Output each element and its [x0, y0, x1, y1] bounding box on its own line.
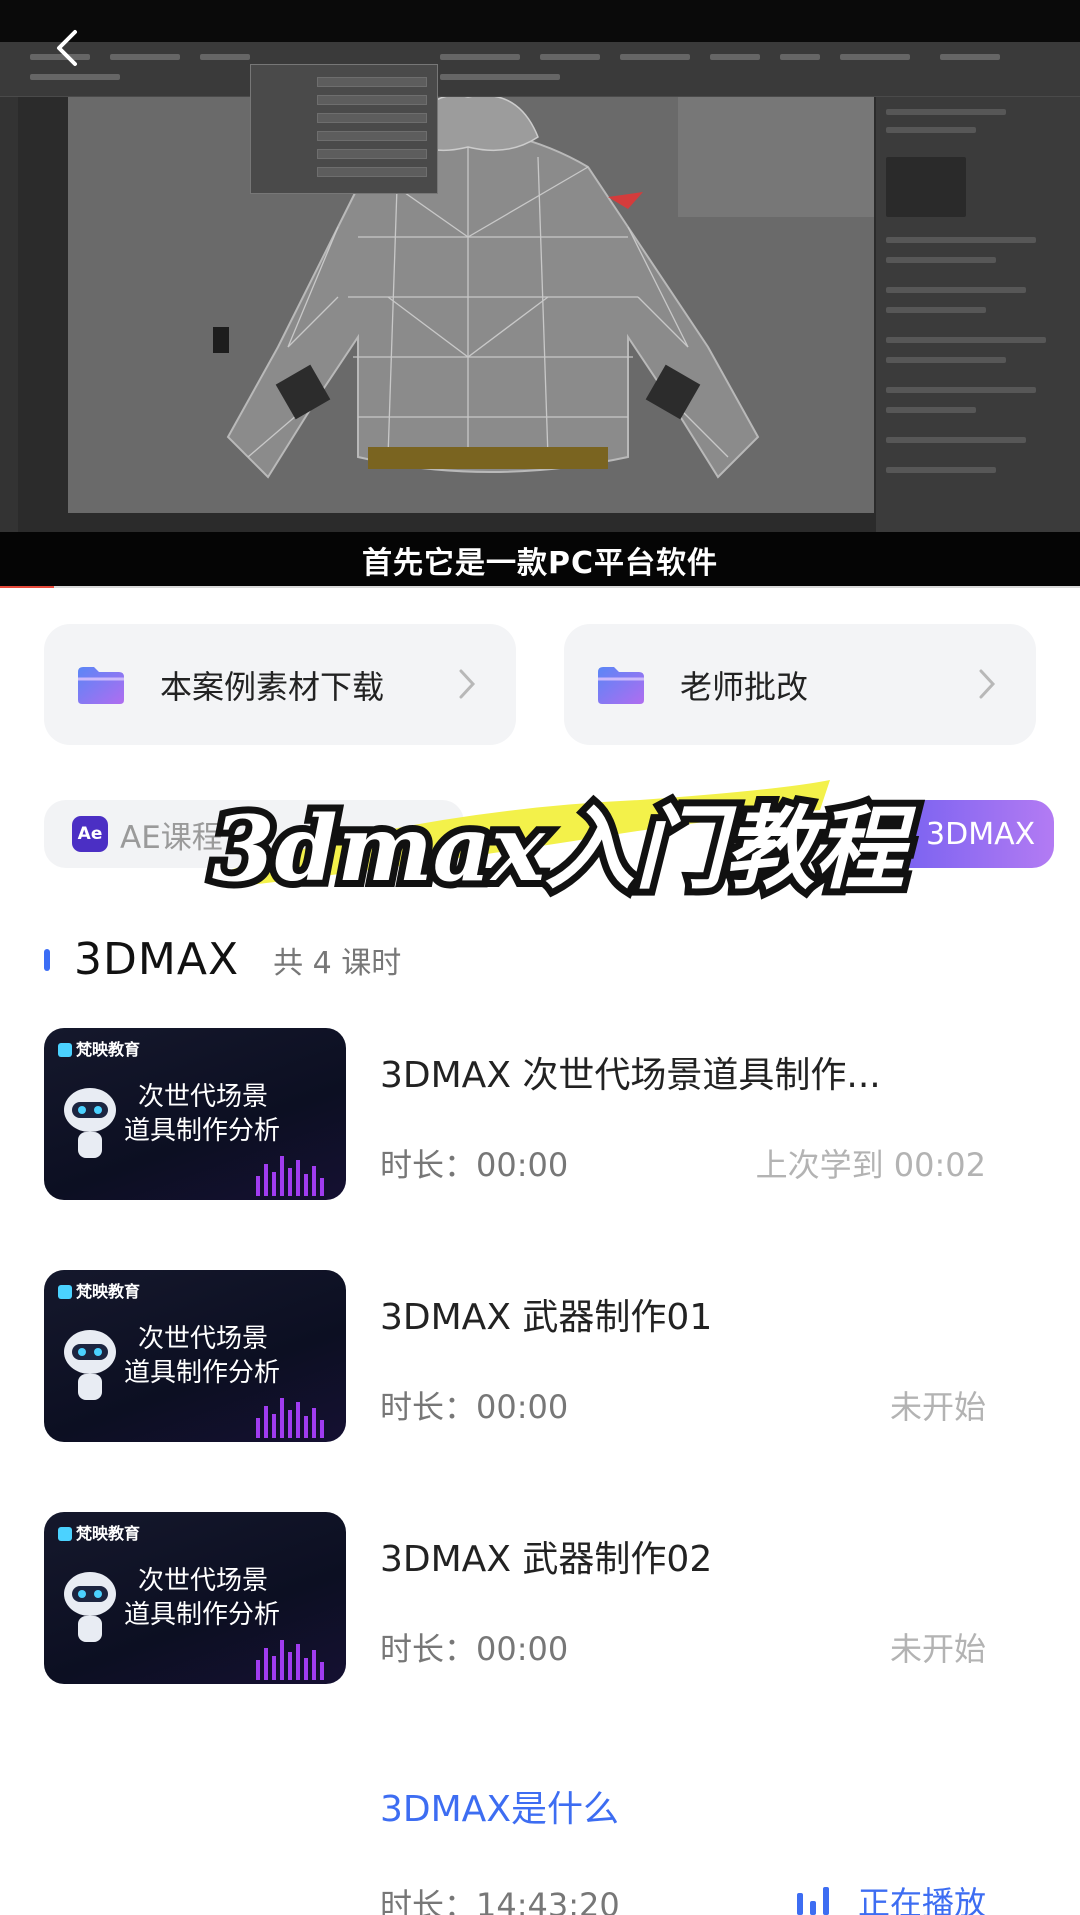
thumbnail-line1: 次世代场景 — [138, 1566, 269, 1596]
folder-icon — [78, 666, 124, 704]
lesson-status: 上次学到 00:02 — [755, 1146, 986, 1184]
thumbnail-brand: 梵映教育 — [58, 1278, 140, 1302]
robot-mascot-icon — [64, 1572, 116, 1642]
robot-mascot-icon — [64, 1330, 116, 1400]
lesson-title: 3DMAX 次世代场景道具制作... — [380, 1055, 881, 1096]
chevron-right-icon — [979, 669, 996, 699]
lesson-duration: 时长：00:00 — [380, 1388, 569, 1426]
lesson-status: 未开始 — [889, 1630, 986, 1668]
robot-mascot-icon — [64, 1088, 116, 1158]
software-right-panel — [876, 97, 1080, 532]
thumbnail-brand: 梵映教育 — [58, 1520, 140, 1544]
thumbnail-line2: 道具制作分析 — [124, 1600, 281, 1630]
lesson-duration: 时长：00:00 — [380, 1630, 569, 1668]
now-playing-label: 正在播放 — [857, 1884, 986, 1915]
software-toolbar — [0, 42, 1080, 97]
thumbnail-brand: 梵映教育 — [58, 1036, 140, 1060]
thumbnail-line2: 道具制作分析 — [124, 1358, 281, 1388]
video-player[interactable]: 首先它是一款PC平台软件 — [0, 0, 1080, 588]
chevron-right-icon — [459, 669, 476, 699]
software-dialog — [250, 64, 438, 194]
lesson-count: 共 4 课时 — [273, 945, 402, 981]
wave-decoration — [256, 1398, 324, 1438]
software-left-tools — [0, 97, 18, 532]
thumbnail-line1: 次世代场景 — [138, 1324, 269, 1354]
lesson-thumbnail: 梵映教育 次世代场景 道具制作分析 — [44, 1028, 346, 1200]
thumbnail-line2: 道具制作分析 — [124, 1116, 281, 1146]
overlay-title: 3dmax入门教程 3dmax入门教程 — [205, 789, 912, 909]
lesson-item[interactable]: 梵映教育 次世代场景 道具制作分析 3DMAX 武器制作02 时长：00:00 … — [0, 1512, 1080, 1684]
video-progress-bar[interactable] — [0, 586, 1080, 588]
equalizer-icon — [796, 1887, 836, 1915]
lesson-duration: 时长：00:00 — [380, 1146, 569, 1184]
brand-logo-icon — [58, 1043, 72, 1057]
lesson-thumbnail: 梵映教育 次世代场景 道具制作分析 — [44, 1512, 346, 1684]
video-subtitle: 首先它是一款PC平台软件 — [361, 546, 718, 581]
ae-icon: Ae — [72, 816, 108, 852]
teacher-review-card[interactable]: 老师批改 — [564, 624, 1036, 745]
teacher-review-label: 老师批改 — [680, 667, 809, 706]
wave-decoration — [256, 1640, 324, 1680]
material-download-card[interactable]: 本案例素材下载 — [44, 624, 516, 745]
current-lesson-duration: 时长：14:43:20 — [380, 1886, 620, 1915]
3d-model-view — [68, 97, 874, 513]
player-top-bar — [0, 0, 1080, 42]
lesson-thumbnail: 梵映教育 次世代场景 道具制作分析 — [44, 1270, 346, 1442]
section-title: 3DMAX — [74, 934, 240, 985]
brand-logo-icon — [58, 1527, 72, 1541]
lesson-item[interactable]: 梵映教育 次世代场景 道具制作分析 3DMAX 次世代场景道具制作... 时长：… — [0, 1028, 1080, 1200]
section-header: 3DMAX 共 4 课时 — [44, 934, 401, 985]
thumbnail-line1: 次世代场景 — [138, 1082, 269, 1112]
video-frame — [0, 42, 1080, 532]
tab-3dmax-label: 3DMAX — [926, 816, 1036, 852]
lesson-title: 3DMAX 武器制作01 — [380, 1297, 713, 1338]
brand-logo-icon — [58, 1285, 72, 1299]
back-arrow-icon — [57, 30, 77, 66]
tab-ae-label: AE课程 — [120, 819, 223, 856]
lesson-title: 3DMAX 武器制作02 — [380, 1539, 713, 1580]
material-download-label: 本案例素材下载 — [160, 667, 385, 706]
current-lesson-item[interactable]: 3DMAX是什么 时长：14:43:20 正在播放 — [0, 1768, 1080, 1915]
now-playing-status: 正在播放 — [796, 1878, 986, 1915]
section-marker — [44, 948, 50, 971]
back-button[interactable] — [40, 22, 92, 74]
wave-decoration — [256, 1156, 324, 1196]
lesson-item[interactable]: 梵映教育 次世代场景 道具制作分析 3DMAX 武器制作01 时长：00:00 … — [0, 1270, 1080, 1442]
video-progress-fill — [0, 586, 54, 588]
folder-icon — [598, 666, 644, 704]
current-lesson-title: 3DMAX是什么 — [380, 1789, 619, 1830]
lesson-status: 未开始 — [889, 1388, 986, 1426]
